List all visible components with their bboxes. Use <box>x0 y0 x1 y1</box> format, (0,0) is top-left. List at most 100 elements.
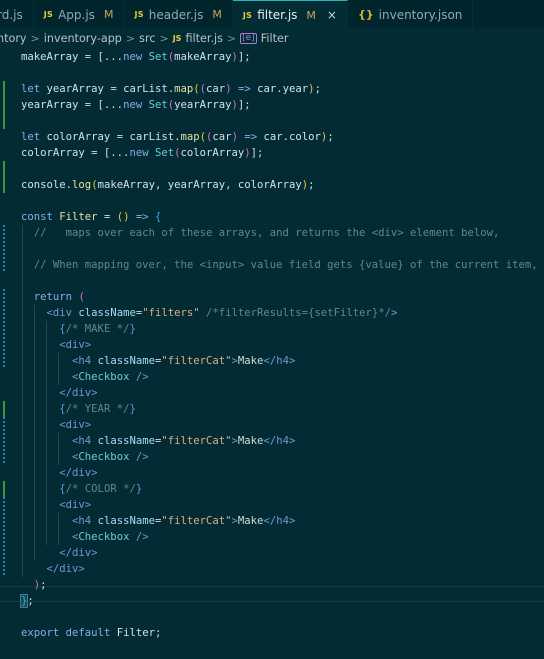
code-token: makeArray <box>21 51 79 63</box>
code-line[interactable]: <h4 className="filterCat">Make</h4> <box>21 433 295 449</box>
code-token: </div> <box>59 547 98 559</box>
code-token: </div> <box>59 387 98 399</box>
code-token: <div> <box>59 339 92 351</box>
code-line[interactable]: }; <box>19 593 34 609</box>
code-token: ; <box>314 83 321 95</box>
code-token: "filterCat" <box>161 355 232 367</box>
code-token: year <box>282 83 309 95</box>
code-line[interactable]: <div> <box>21 417 91 433</box>
code-token: new <box>123 99 143 111</box>
code-line[interactable]: let yearArray = carList.map((car) => car… <box>21 81 321 97</box>
code-line[interactable]: // When mapping over, the <input> value … <box>21 257 538 273</box>
code-token: Make <box>237 435 264 447</box>
code-line[interactable]: yearArray = [...new Set(yearArray)]; <box>21 97 251 113</box>
tab-app-js[interactable]: JS App.js M <box>33 0 125 29</box>
tab-header-js[interactable]: JS header.js M <box>124 0 233 29</box>
code-editor[interactable]: makeArray = [...new Set(makeArray)]; let … <box>0 49 544 659</box>
tab-card-js[interactable]: rd.js <box>0 0 34 29</box>
code-token: } <box>135 483 143 495</box>
code-line[interactable]: </div> <box>21 385 98 401</box>
code-token: ; <box>27 595 34 607</box>
code-line[interactable]: export default Filter; <box>21 625 161 641</box>
git-modified-marker[interactable] <box>3 417 5 465</box>
code-token: colorArray <box>46 131 111 143</box>
code-line[interactable]: </div> <box>21 465 97 481</box>
code-line[interactable]: console.log(makeArray, yearArray, colorA… <box>21 177 314 193</box>
tab-label: filter.js <box>257 8 298 22</box>
git-modified-marker[interactable] <box>3 289 5 369</box>
code-token: Filter <box>116 627 155 639</box>
git-modified-marker[interactable] <box>3 225 5 273</box>
code-token: <div <box>46 307 73 319</box>
code-line[interactable]: return ( <box>21 289 85 305</box>
modified-indicator: M <box>103 8 114 21</box>
code-token: ]; <box>237 99 251 111</box>
code-token: colorArray <box>180 147 245 159</box>
code-line[interactable]: <div> <box>21 497 91 513</box>
code-token: car <box>257 83 277 95</box>
breadcrumb-item-inventory-app[interactable]: inventory-app <box>44 32 122 45</box>
code-line[interactable]: // maps over each of these arrays, and r… <box>21 225 500 241</box>
git-added-marker[interactable] <box>3 161 5 193</box>
code-line[interactable]: <Checkbox /> <box>21 449 149 465</box>
code-token: Set <box>154 147 175 159</box>
tab-label: inventory.json <box>378 7 463 22</box>
code-line[interactable]: const Filter = () => { <box>21 209 161 225</box>
code-token: } <box>129 403 136 415</box>
code-line[interactable]: <div className="filters" /*filterResults… <box>21 305 398 321</box>
code-line[interactable]: <h4 className="filterCat">Make</h4> <box>21 353 295 369</box>
code-line[interactable]: <Checkbox /> <box>21 369 149 385</box>
tab-inventory-json[interactable]: {} inventory.json <box>347 0 474 29</box>
code-token: Checkbox <box>78 531 130 543</box>
code-line[interactable]: colorArray = [...new Set(colorArray)]; <box>21 145 263 161</box>
code-line[interactable]: </div> <box>21 561 85 577</box>
code-token: ; <box>40 579 47 591</box>
code-line[interactable]: {/* COLOR */} <box>21 481 142 497</box>
git-added-marker[interactable] <box>3 81 5 129</box>
code-token: = <box>103 83 124 95</box>
code-token: console <box>21 179 66 191</box>
code-token: } <box>129 323 136 335</box>
git-added-marker[interactable] <box>3 481 5 497</box>
code-line[interactable]: <Checkbox /> <box>21 529 149 545</box>
code-token: className <box>97 515 155 527</box>
code-line[interactable]: </div> <box>21 545 98 561</box>
code-line[interactable]: makeArray = [...new Set(makeArray)]; <box>21 49 251 65</box>
breadcrumb-item-filter-symbol[interactable]: Filter <box>261 32 289 45</box>
code-token: = [... <box>78 99 124 111</box>
git-modified-marker[interactable] <box>3 497 5 577</box>
code-token: carList <box>123 83 168 95</box>
code-token: Checkbox <box>78 451 130 463</box>
code-token: <h4 <box>72 515 92 527</box>
current-line-highlight <box>0 586 544 602</box>
code-line[interactable]: {/* YEAR */} <box>21 401 136 417</box>
code-line[interactable]: {/* MAKE */} <box>21 321 136 337</box>
code-token: ]; <box>237 51 251 63</box>
git-added-marker[interactable] <box>3 401 5 417</box>
code-token: <div> <box>59 419 92 431</box>
code-token: /* COLOR */ <box>65 483 136 495</box>
breadcrumb-item-src[interactable]: src <box>139 32 155 45</box>
code-token: colorArray <box>21 147 85 159</box>
code-token: car <box>206 83 226 95</box>
code-line[interactable]: <h4 className="filterCat">Make</h4> <box>21 513 295 529</box>
code-token: Set <box>148 99 168 111</box>
code-token: let <box>21 131 41 143</box>
breadcrumb-item-filter-js[interactable]: filter.js <box>185 32 223 45</box>
code-token: = <box>97 211 117 223</box>
breadcrumb-item-inventory[interactable]: ntory <box>0 32 27 45</box>
code-token: , <box>225 179 238 191</box>
close-tab-icon[interactable]: × <box>327 8 337 22</box>
code-line[interactable]: ); <box>21 577 47 593</box>
js-file-icon: JS <box>134 10 144 19</box>
code-token: yearArray <box>46 83 104 95</box>
tab-filter-js[interactable]: JS filter.js M × <box>232 0 348 29</box>
code-token: "filters" <box>142 307 200 319</box>
code-token: ( <box>78 291 85 303</box>
code-line[interactable]: let colorArray = carList.map((car) => ca… <box>21 129 334 145</box>
code-line[interactable]: <div> <box>21 337 91 353</box>
